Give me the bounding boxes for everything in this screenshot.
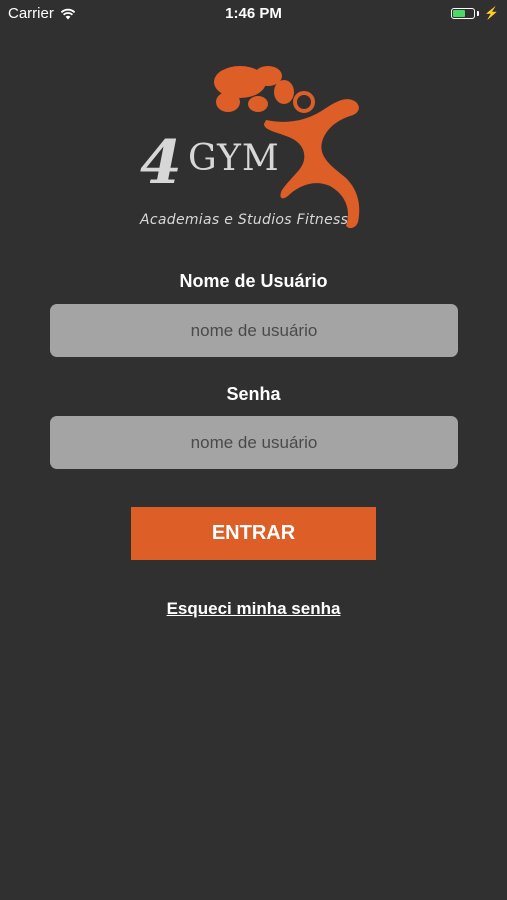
app-logo: 4 GYM Academias e Studios Fitness [136,62,372,238]
battery-icon [451,7,476,19]
password-input[interactable] [50,416,458,469]
forgot-password-link[interactable]: Esqueci minha senha [0,599,507,619]
battery-level [453,9,466,17]
clock: 1:46 PM [225,5,282,22]
battery-indicator: ⚡ [451,6,499,20]
charging-icon: ⚡ [484,6,499,20]
login-button[interactable]: ENTRAR [131,507,376,560]
logo-brand-name: GYM [188,138,280,179]
battery-tip [477,10,480,16]
logo-number: 4 [140,128,182,198]
username-input[interactable] [50,304,458,357]
logo-tagline: Academias e Studios Fitness [140,212,349,228]
username-label: Nome de Usuário [179,271,328,291]
status-bar: Carrier 1:46 PM ⚡ [0,0,507,28]
password-label: Senha [226,384,281,404]
